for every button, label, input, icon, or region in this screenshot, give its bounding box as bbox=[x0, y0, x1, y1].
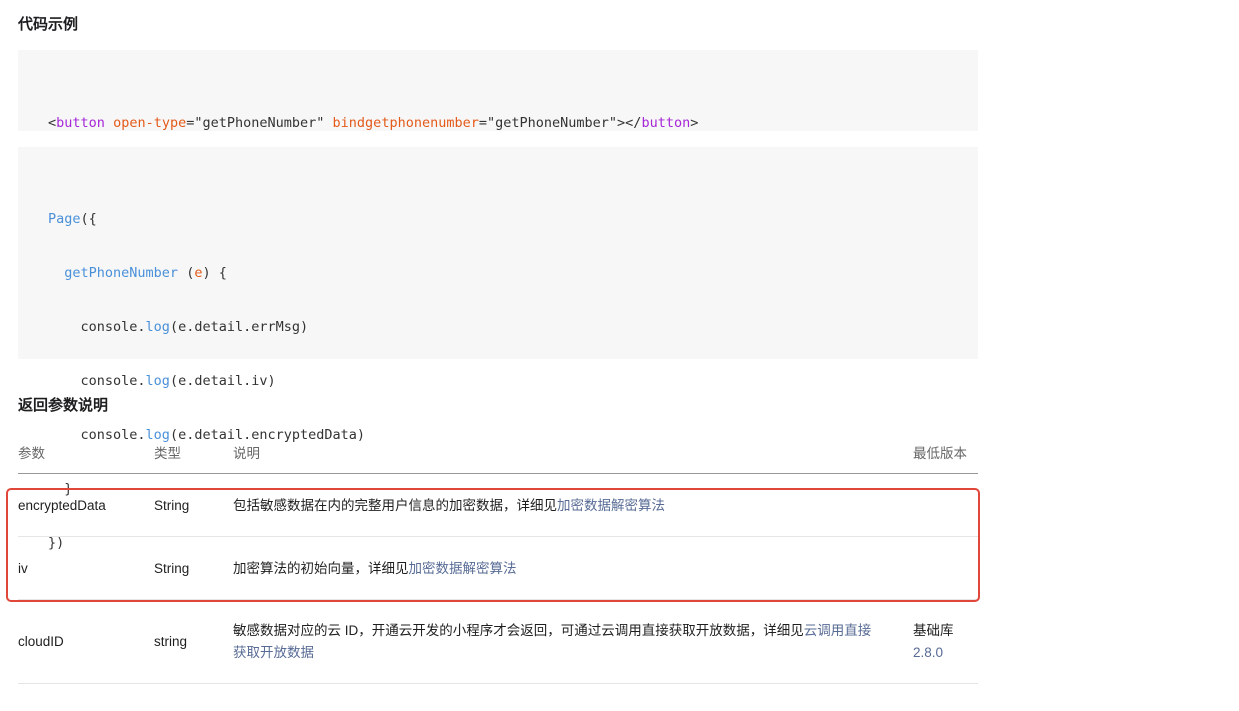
code-token: ) { bbox=[202, 265, 227, 281]
code-line: <button open-type="getPhoneNumber" bindg… bbox=[48, 112, 978, 134]
cell-version bbox=[913, 473, 978, 537]
version-link[interactable]: 2.8.0 bbox=[913, 645, 943, 660]
code-token: ( bbox=[178, 265, 195, 281]
header-param: 参数 bbox=[18, 430, 154, 474]
decrypt-algorithm-link[interactable]: 加密数据解密算法 bbox=[409, 561, 517, 576]
code-token-fn: Page bbox=[48, 211, 81, 227]
section-title-return-params: 返回参数说明 bbox=[18, 396, 109, 414]
code-token-string: "getPhoneNumber" bbox=[194, 115, 325, 131]
code-token-tag: button bbox=[56, 115, 105, 131]
code-block-wxml: <button open-type="getPhoneNumber" bindg… bbox=[18, 50, 978, 131]
code-token-attr: bindgetphonenumber bbox=[332, 115, 479, 131]
section-title-code-example: 代码示例 bbox=[18, 15, 79, 33]
table-row: encryptedData String 包括敏感数据在内的完整用户信息的加密数… bbox=[18, 473, 978, 537]
code-line: Page({ bbox=[48, 208, 978, 230]
code-line: console.log(e.detail.iv) bbox=[48, 370, 978, 392]
code-block-js: Page({ getPhoneNumber (e) { console.log(… bbox=[18, 147, 978, 551]
params-table: 参数 类型 说明 最低版本 encryptedData String 包括敏感数… bbox=[18, 430, 978, 684]
table-row: cloudID string 敏感数据对应的云 ID，开通云开发的小程序才会返回… bbox=[18, 599, 978, 684]
header-version: 最低版本 bbox=[913, 430, 978, 474]
code-token-attr: open-type bbox=[113, 115, 187, 131]
decrypt-algorithm-link[interactable]: 加密数据解密算法 bbox=[557, 498, 665, 513]
table-header-row: 参数 类型 说明 最低版本 bbox=[18, 430, 978, 474]
code-token-fn: log bbox=[145, 373, 170, 389]
code-token-fn: getPhoneNumber bbox=[64, 265, 179, 281]
cell-type: String bbox=[154, 473, 233, 537]
code-token: (e.detail.iv) bbox=[169, 373, 276, 389]
cell-desc: 加密算法的初始向量，详细见加密数据解密算法 bbox=[233, 536, 913, 600]
code-token: ></ bbox=[617, 115, 642, 131]
header-type: 类型 bbox=[154, 430, 233, 474]
code-token: console. bbox=[48, 373, 146, 389]
desc-text: 加密算法的初始向量，详细见 bbox=[233, 560, 409, 576]
cell-desc: 敏感数据对应的云 ID，开通云开发的小程序才会返回，可通过云调用直接获取开放数据… bbox=[233, 599, 913, 684]
code-token: = bbox=[478, 115, 487, 131]
cell-param-name: encryptedData bbox=[18, 473, 154, 537]
code-token-string: "getPhoneNumber" bbox=[487, 115, 618, 131]
header-desc: 说明 bbox=[233, 430, 913, 474]
table-row: iv String 加密算法的初始向量，详细见加密数据解密算法 bbox=[18, 536, 978, 600]
code-token: > bbox=[690, 115, 699, 131]
cell-param-name: cloudID bbox=[18, 599, 154, 684]
cell-param-name: iv bbox=[18, 536, 154, 600]
cell-type: String bbox=[154, 536, 233, 600]
version-prefix: 基础库 bbox=[913, 622, 954, 638]
desc-text: 包括敏感数据在内的完整用户信息的加密数据，详细见 bbox=[233, 497, 557, 513]
cell-version: 基础库 2.8.0 bbox=[913, 599, 978, 684]
code-token: console. bbox=[48, 319, 146, 335]
cell-type: string bbox=[154, 599, 233, 684]
cell-version bbox=[913, 536, 978, 600]
code-line: console.log(e.detail.errMsg) bbox=[48, 316, 978, 338]
code-token-tag: button bbox=[641, 115, 691, 131]
code-token: ({ bbox=[80, 211, 97, 227]
desc-text: 敏感数据对应的云 ID，开通云开发的小程序才会返回，可通过云调用直接获取开放数据… bbox=[233, 622, 804, 638]
code-token: (e.detail.errMsg) bbox=[169, 319, 309, 335]
cell-desc: 包括敏感数据在内的完整用户信息的加密数据，详细见加密数据解密算法 bbox=[233, 473, 913, 537]
code-token: < bbox=[48, 115, 57, 131]
code-token-fn: log bbox=[145, 319, 170, 335]
code-line: getPhoneNumber (e) { bbox=[48, 262, 978, 284]
